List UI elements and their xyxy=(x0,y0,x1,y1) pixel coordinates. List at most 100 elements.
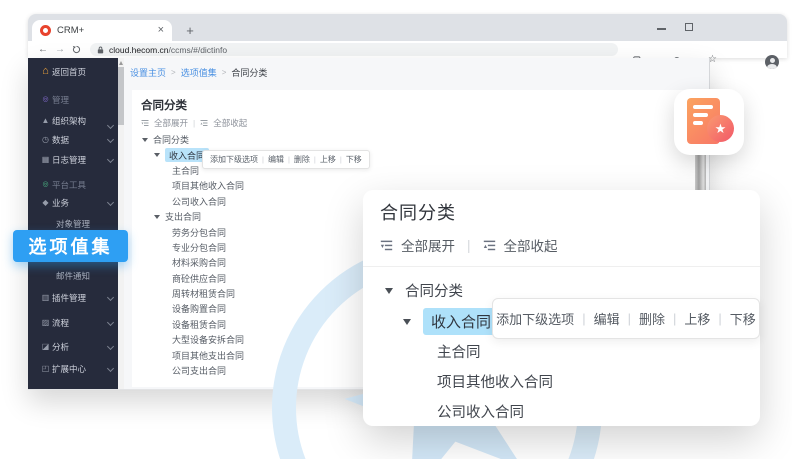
browser-tab[interactable]: CRM+ × xyxy=(32,20,172,41)
edit-button[interactable]: 编辑 xyxy=(268,154,284,165)
browser-chrome: CRM+ × + ← → cloud.hecom.cn/ccms/#/dicti… xyxy=(28,14,787,58)
move-down-button[interactable]: 下移 xyxy=(346,154,362,165)
star-badge-icon xyxy=(707,115,734,142)
delete-button[interactable]: 删除 xyxy=(294,154,310,165)
sidebar-item-analysis[interactable]: ◪ 分析 xyxy=(28,339,118,354)
caret-down-icon[interactable] xyxy=(142,138,148,142)
window-minimize-button[interactable] xyxy=(657,28,666,30)
new-tab-button[interactable]: + xyxy=(180,20,200,41)
address-bar[interactable]: cloud.hecom.cn/ccms/#/dictinfo xyxy=(90,43,618,56)
briefcase-icon: ◆ xyxy=(39,199,52,207)
sidebar-item-business[interactable]: ◆ 业务 xyxy=(28,195,118,210)
chevron-down-icon xyxy=(107,136,114,143)
tree-node[interactable]: 主合同 xyxy=(437,341,481,362)
page-title: 合同分类 xyxy=(141,97,187,113)
screenshot-stage: CRM+ × + ← → cloud.hecom.cn/ccms/#/dicti… xyxy=(0,0,792,459)
chevron-down-icon xyxy=(107,365,114,372)
sidebar-item-data[interactable]: ◷ 数据 xyxy=(28,132,118,147)
document-icon-card xyxy=(674,89,744,155)
expand-all-icon xyxy=(380,239,393,252)
caret-down-icon[interactable] xyxy=(403,319,411,325)
sidebar-item-mail-notify[interactable]: 邮件通知 xyxy=(28,268,118,283)
expand-all-button[interactable]: 全部展开 xyxy=(401,235,455,255)
collapse-all-icon xyxy=(200,119,208,127)
edit-button[interactable]: 编辑 xyxy=(594,309,620,328)
toolbar-separator: | xyxy=(467,238,471,253)
extension-icon: ◰ xyxy=(39,365,52,373)
caret-down-icon[interactable] xyxy=(154,215,160,219)
magnifier-panel: 合同分类 全部展开 | 全部收起 合同分类 收入合同 添加下级选项 | 编辑 |… xyxy=(363,190,760,426)
ring-icon: ◎ xyxy=(39,96,52,103)
sidebar-item-extension-center[interactable]: ◰ 扩展中心 xyxy=(28,361,118,376)
flow-icon: ▨ xyxy=(39,319,52,327)
url-text: cloud.hecom.cn/ccms/#/dictinfo xyxy=(109,45,227,55)
chart-icon: ◪ xyxy=(39,343,52,351)
breadcrumb-dict-link[interactable]: 选项值集 xyxy=(181,66,217,79)
breadcrumb: 设置主页 > 选项值集 > 合同分类 xyxy=(130,66,267,79)
sidebar-section-platform[interactable]: ◎ 平台工具 xyxy=(28,177,118,192)
forward-button[interactable]: → xyxy=(55,45,65,55)
breadcrumb-home-link[interactable]: 设置主页 xyxy=(130,66,166,79)
window-maximize-button[interactable] xyxy=(685,23,693,31)
breadcrumb-current: 合同分类 xyxy=(231,66,267,79)
callout-connector-bar xyxy=(695,152,706,192)
profile-avatar[interactable] xyxy=(765,55,779,69)
add-child-option-button[interactable]: 添加下级选项 xyxy=(496,309,574,328)
tree-node[interactable]: 合同分类 xyxy=(132,132,705,147)
breadcrumb-separator: > xyxy=(222,68,227,77)
tree-node[interactable]: 项目其他收入合同 xyxy=(437,371,553,392)
toolbar-separator: | xyxy=(193,118,195,128)
sidebar-scrollbar-thumb[interactable] xyxy=(118,67,124,125)
expand-all-icon xyxy=(141,119,149,127)
tree-node[interactable]: 合同分类 xyxy=(385,280,463,301)
move-up-button[interactable]: 上移 xyxy=(684,309,710,328)
divider xyxy=(363,266,760,267)
chevron-down-icon xyxy=(107,294,114,301)
tree-node[interactable]: 公司收入合同 xyxy=(437,401,524,422)
grid-icon: ▦ xyxy=(39,156,52,164)
chevron-down-icon xyxy=(107,319,114,326)
chevron-down-icon xyxy=(107,122,114,129)
back-button[interactable]: ← xyxy=(38,45,48,55)
reload-button[interactable] xyxy=(72,45,81,54)
tab-strip: CRM+ × + xyxy=(28,14,787,41)
caret-down-icon[interactable] xyxy=(154,153,160,157)
sidebar-item-option-value-set-callout[interactable]: 选项值集 xyxy=(13,230,128,262)
sidebar-section-admin[interactable]: ◎ 管理 xyxy=(28,92,118,107)
breadcrumb-separator: > xyxy=(171,68,176,77)
chevron-down-icon xyxy=(107,343,114,350)
sidebar-item-object-mgmt[interactable]: 对象管理 xyxy=(28,216,118,231)
sidebar-item-org[interactable]: ▲ 组织架构 xyxy=(28,113,118,128)
sidebar: ⌂ 返回首页 ◎ 管理 ▲ 组织架构 ◷ 数据 ▦ 日志管理 xyxy=(28,58,118,389)
panel-title: 合同分类 xyxy=(380,199,456,225)
ring-icon: ◎ xyxy=(39,181,52,188)
tree-toolbar: 全部展开 | 全部收起 xyxy=(141,117,247,129)
move-down-button[interactable]: 下移 xyxy=(730,309,756,328)
scrollbar-up-arrow-icon[interactable] xyxy=(119,61,123,65)
caret-down-icon[interactable] xyxy=(385,288,393,294)
plugin-grid-icon: ▥ xyxy=(39,294,52,302)
org-chart-icon: ▲ xyxy=(39,117,52,125)
tab-title: CRM+ xyxy=(57,25,152,36)
tree-node-selected[interactable]: 收入合同 xyxy=(403,308,499,335)
collapse-all-button[interactable]: 全部收起 xyxy=(504,235,558,255)
sidebar-item-plugins[interactable]: ▥ 插件管理 xyxy=(28,290,118,305)
collapse-all-button[interactable]: 全部收起 xyxy=(213,117,247,129)
panel-toolbar: 全部展开 | 全部收起 xyxy=(380,235,558,255)
node-action-bar: 添加下级选项 | 编辑 | 删除 | 上移 | 下移 xyxy=(202,150,370,169)
chevron-down-icon xyxy=(107,156,114,163)
crm-logo-icon xyxy=(40,25,51,36)
sidebar-item-home[interactable]: ⌂ 返回首页 xyxy=(28,64,118,79)
chevron-down-icon xyxy=(107,199,114,206)
home-icon: ⌂ xyxy=(39,66,52,77)
lock-icon xyxy=(97,46,104,54)
sidebar-item-logs[interactable]: ▦ 日志管理 xyxy=(28,152,118,167)
move-up-button[interactable]: 上移 xyxy=(320,154,336,165)
delete-button[interactable]: 删除 xyxy=(639,309,665,328)
add-child-option-button[interactable]: 添加下级选项 xyxy=(210,154,258,165)
clock-icon: ◷ xyxy=(39,136,52,144)
expand-all-button[interactable]: 全部展开 xyxy=(154,117,188,129)
node-action-bar: 添加下级选项 | 编辑 | 删除 | 上移 | 下移 xyxy=(492,298,760,339)
sidebar-item-workflow[interactable]: ▨ 流程 xyxy=(28,315,118,330)
tab-close-icon[interactable]: × xyxy=(158,25,164,36)
